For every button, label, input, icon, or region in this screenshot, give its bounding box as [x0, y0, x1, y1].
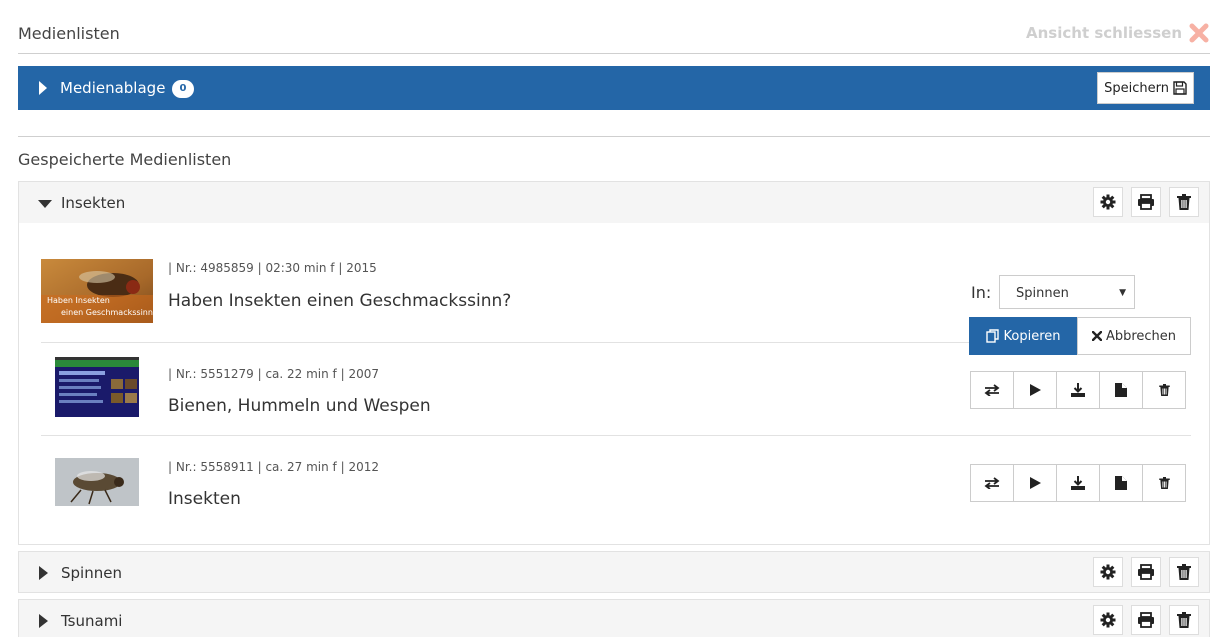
medienablage-label: Medienablage: [60, 79, 166, 97]
settings-button[interactable]: [1093, 187, 1123, 217]
medienablage-bar[interactable]: Medienablage 0 Speichern: [18, 66, 1210, 110]
copy-icon: [985, 329, 999, 343]
close-view-label: Ansicht schliessen: [1026, 24, 1182, 42]
medienablage-count-badge: 0: [172, 80, 194, 98]
media-title[interactable]: Bienen, Hummeln und Wespen: [168, 396, 431, 416]
dropdown-arrow-icon: ▼: [1119, 288, 1126, 298]
list-panel-spinnen[interactable]: Spinnen: [18, 551, 1210, 593]
list-name: Insekten: [61, 194, 126, 212]
remove-item-button[interactable]: [1142, 371, 1186, 409]
copy-target-select[interactable]: Spinnen ▼: [999, 275, 1135, 309]
download-button[interactable]: [1056, 371, 1100, 409]
print-icon: [1138, 194, 1154, 210]
trash-icon: [1158, 477, 1170, 489]
media-thumbnail[interactable]: [41, 450, 153, 514]
trash-icon: [1158, 384, 1170, 396]
save-button[interactable]: Speichern: [1097, 72, 1194, 104]
trash-icon: [1177, 564, 1191, 580]
selected-option: Spinnen: [1016, 286, 1069, 301]
print-button[interactable]: [1131, 605, 1161, 635]
media-meta: | Nr.: 5558911 | ca. 27 min f | 2012: [168, 460, 379, 474]
play-icon: [1029, 477, 1041, 489]
print-button[interactable]: [1131, 557, 1161, 587]
delete-list-button[interactable]: [1169, 187, 1199, 217]
copy-label: Kopieren: [1003, 328, 1061, 344]
print-icon: [1138, 564, 1154, 580]
remove-item-button[interactable]: [1142, 464, 1186, 502]
media-meta: | Nr.: 5551279 | ca. 22 min f | 2007: [168, 367, 379, 381]
media-actions: [970, 371, 1186, 409]
file-icon: [1115, 383, 1127, 397]
media-thumbnail[interactable]: [41, 357, 153, 421]
file-icon: [1115, 476, 1127, 490]
media-title[interactable]: Haben Insekten einen Geschmackssinn?: [168, 291, 511, 311]
svg-text:Haben Insekten: Haben Insekten: [47, 296, 110, 305]
download-button[interactable]: [1056, 464, 1100, 502]
svg-text:einen Geschmackssinn ?: einen Geschmackssinn ?: [61, 308, 153, 317]
play-button[interactable]: [1013, 371, 1057, 409]
move-button[interactable]: [970, 371, 1014, 409]
trash-icon: [1177, 194, 1191, 210]
gear-icon: [1100, 612, 1116, 628]
page-header: Medienlisten Ansicht schliessen: [18, 14, 1210, 54]
media-thumbnail[interactable]: Haben Insekten einen Geschmackssinn ?: [41, 259, 153, 323]
delete-list-button[interactable]: [1169, 557, 1199, 587]
times-icon: [1091, 331, 1102, 341]
section-divider: [18, 136, 1210, 137]
download-icon: [1071, 383, 1085, 397]
document-button[interactable]: [1099, 371, 1143, 409]
play-icon: [1029, 384, 1041, 396]
list-panel-tsunami[interactable]: Tsunami: [18, 599, 1210, 637]
media-actions: [970, 464, 1186, 502]
floppy-disk-icon: [1173, 81, 1187, 95]
document-button[interactable]: [1099, 464, 1143, 502]
media-title[interactable]: Insekten: [168, 489, 241, 509]
page-title: Medienlisten: [18, 24, 120, 43]
media-item: | Nr.: 5551279 | ca. 22 min f | 2007 Bie…: [41, 343, 1191, 436]
copy-target-label: In:: [971, 283, 992, 302]
caret-right-icon: [39, 81, 47, 95]
download-icon: [1071, 476, 1085, 490]
insect-thumbnail-image: [41, 450, 153, 514]
play-button[interactable]: [1013, 464, 1057, 502]
settings-button[interactable]: [1093, 605, 1123, 635]
caret-down-icon: [38, 200, 52, 208]
settings-button[interactable]: [1093, 557, 1123, 587]
presentation-thumbnail-image: [41, 357, 153, 421]
fly-thumbnail-image: Haben Insekten einen Geschmackssinn ?: [41, 259, 153, 323]
close-x-icon: [1189, 23, 1209, 43]
media-item: | Nr.: 5558911 | ca. 27 min f | 2012 Ins…: [41, 436, 1191, 528]
saved-lists-title: Gespeicherte Medienlisten: [18, 150, 232, 169]
delete-list-button[interactable]: [1169, 605, 1199, 635]
save-label: Speichern: [1104, 80, 1169, 96]
close-view-button[interactable]: Ansicht schliessen: [1026, 22, 1210, 44]
trash-icon: [1177, 612, 1191, 628]
media-meta: | Nr.: 4985859 | 02:30 min f | 2015: [168, 261, 377, 275]
gear-icon: [1100, 564, 1116, 580]
cancel-label: Abbrechen: [1105, 328, 1177, 344]
print-button[interactable]: [1131, 187, 1161, 217]
caret-right-icon: [39, 614, 48, 628]
list-panel-body: Haben Insekten einen Geschmackssinn ? | …: [18, 223, 1210, 545]
list-panel-insekten[interactable]: Insekten: [18, 181, 1210, 224]
gear-icon: [1100, 194, 1116, 210]
media-item: Haben Insekten einen Geschmackssinn ? | …: [41, 243, 1191, 355]
move-button[interactable]: [970, 464, 1014, 502]
print-icon: [1138, 612, 1154, 628]
exchange-icon: [984, 384, 1000, 396]
caret-right-icon: [39, 566, 48, 580]
list-name: Spinnen: [61, 564, 122, 582]
exchange-icon: [984, 477, 1000, 489]
list-name: Tsunami: [61, 612, 123, 630]
